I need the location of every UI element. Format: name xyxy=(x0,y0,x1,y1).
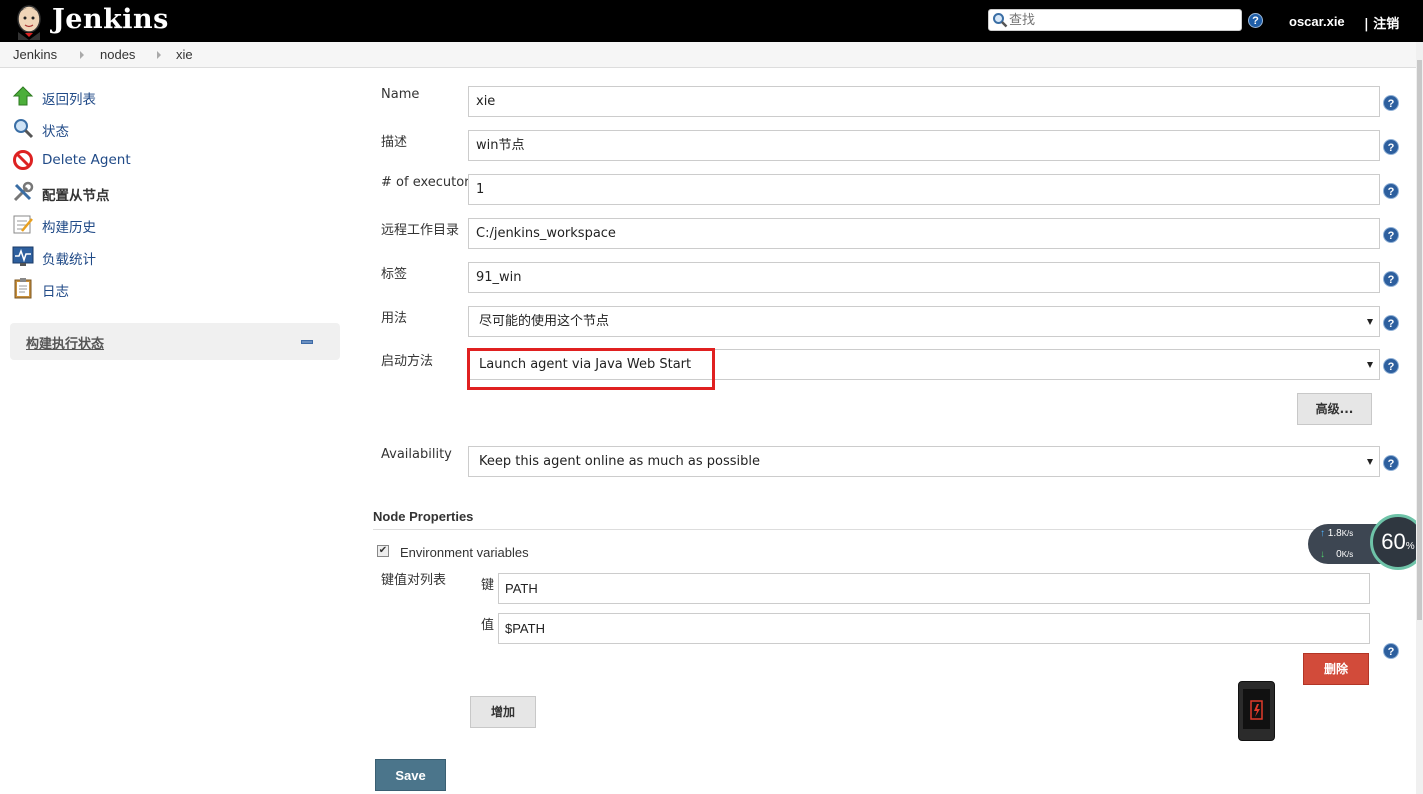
env-value-field[interactable]: $PATH xyxy=(498,613,1370,644)
launch-method-label: 启动方法 xyxy=(381,354,434,369)
help-icon[interactable]: ? xyxy=(1383,455,1399,471)
usage-select[interactable]: 尽可能的使用这个节点 xyxy=(468,306,1380,337)
help-icon[interactable]: ? xyxy=(1383,95,1399,111)
section-divider xyxy=(373,529,1413,530)
executor-status-link[interactable]: 构建执行状态 xyxy=(26,333,104,352)
logout-link[interactable]: | 注销 xyxy=(1364,13,1399,32)
availability-select[interactable]: Keep this agent online as much as possib… xyxy=(468,446,1380,477)
jenkins-butler-logo[interactable] xyxy=(12,4,46,40)
remote-workdir-label: 远程工作目录 xyxy=(381,223,460,238)
availability-selected-value: Keep this agent online as much as possib… xyxy=(479,454,760,469)
help-icon[interactable]: ? xyxy=(1383,315,1399,331)
help-icon[interactable]: ? xyxy=(1383,643,1399,659)
sidebar-item-label: 构建历史 xyxy=(42,220,96,236)
remote-workdir-field[interactable]: C:/jenkins_workspace xyxy=(468,218,1380,249)
download-speed: ↓ 0K/s xyxy=(1320,549,1354,560)
environment-variables-checkbox[interactable]: ✔ xyxy=(377,545,389,557)
upload-arrow-icon: ↑ xyxy=(1320,528,1325,539)
value-label: 值 xyxy=(481,618,495,633)
sidebar-item-label: 返回列表 xyxy=(42,92,96,108)
availability-label: Availability xyxy=(381,447,452,462)
breadcrumb-separator-icon[interactable] xyxy=(80,51,84,59)
usage-label: 用法 xyxy=(381,311,408,326)
sidebar-item-label: 负载统计 xyxy=(42,252,96,268)
search-box[interactable] xyxy=(988,9,1242,31)
notepad-icon xyxy=(12,213,34,235)
environment-variables-label: Environment variables xyxy=(400,545,529,560)
sidebar-item-label: 配置从节点 xyxy=(42,188,110,204)
phone-screen xyxy=(1243,689,1270,729)
name-label: Name xyxy=(381,87,420,102)
brand-title[interactable]: Jenkins xyxy=(52,4,169,35)
sidebar-item-label: 状态 xyxy=(42,124,69,140)
name-field[interactable]: xie xyxy=(468,86,1380,117)
executors-label: # of executors xyxy=(381,175,477,190)
breadcrumb: Jenkins nodes xie xyxy=(0,42,1423,68)
clipboard-icon xyxy=(12,277,34,299)
labels-label: 标签 xyxy=(381,267,408,282)
breadcrumb-xie[interactable]: xie xyxy=(176,47,193,62)
help-icon[interactable]: ? xyxy=(1383,227,1399,243)
red-highlight-box xyxy=(467,348,715,390)
advanced-button[interactable]: 高级... xyxy=(1297,393,1372,425)
search-input[interactable] xyxy=(1009,11,1237,29)
dropdown-arrow-icon xyxy=(1367,319,1373,325)
no-entry-icon xyxy=(12,149,34,171)
add-button[interactable]: 增加 xyxy=(470,696,536,728)
dropdown-arrow-icon xyxy=(1367,459,1373,465)
executor-status-panel: 构建执行状态 xyxy=(10,323,340,360)
labels-field[interactable]: 91_win xyxy=(468,262,1380,293)
download-arrow-icon: ↓ xyxy=(1320,549,1325,560)
save-button[interactable]: Save xyxy=(375,759,446,791)
upload-speed: ↑ 1.8K/s xyxy=(1320,528,1354,539)
breadcrumb-separator-icon[interactable] xyxy=(157,51,161,59)
sidebar-item-label: Delete Agent xyxy=(42,152,131,168)
scrollbar-thumb[interactable] xyxy=(1417,60,1422,620)
sidebar-item-label: 日志 xyxy=(42,284,69,300)
dropdown-arrow-icon xyxy=(1367,362,1373,368)
user-name-link[interactable]: oscar.xie xyxy=(1289,14,1345,29)
monitor-icon xyxy=(12,245,34,267)
breadcrumb-jenkins[interactable]: Jenkins xyxy=(13,47,57,62)
top-header: Jenkins ? oscar.xie | 注销 xyxy=(0,0,1423,42)
help-icon[interactable]: ? xyxy=(1383,271,1399,287)
help-icon[interactable]: ? xyxy=(1248,13,1263,28)
up-arrow-icon xyxy=(12,85,34,107)
key-label: 键 xyxy=(481,578,495,593)
magnifier-icon xyxy=(12,117,34,139)
description-label: 描述 xyxy=(381,135,408,150)
usage-selected-value: 尽可能的使用这个节点 xyxy=(479,314,610,329)
collapse-icon[interactable] xyxy=(301,340,313,344)
env-key-field[interactable]: PATH xyxy=(498,573,1370,604)
description-field[interactable]: win节点 xyxy=(468,130,1380,161)
tools-icon xyxy=(12,181,34,203)
search-icon xyxy=(992,12,1008,28)
executors-field[interactable]: 1 xyxy=(468,174,1380,205)
breadcrumb-nodes[interactable]: nodes xyxy=(100,47,135,62)
kv-list-label: 键值对列表 xyxy=(381,573,447,588)
help-icon[interactable]: ? xyxy=(1383,139,1399,155)
node-properties-title: Node Properties xyxy=(373,509,474,524)
help-icon[interactable]: ? xyxy=(1383,183,1399,199)
phone-overlay-icon[interactable] xyxy=(1238,681,1275,741)
delete-button[interactable]: 删除 xyxy=(1303,653,1369,685)
help-icon[interactable]: ? xyxy=(1383,358,1399,374)
network-speed-widget[interactable]: ↑ 1.8K/s ↓ 0K/s 60% xyxy=(1308,514,1423,570)
